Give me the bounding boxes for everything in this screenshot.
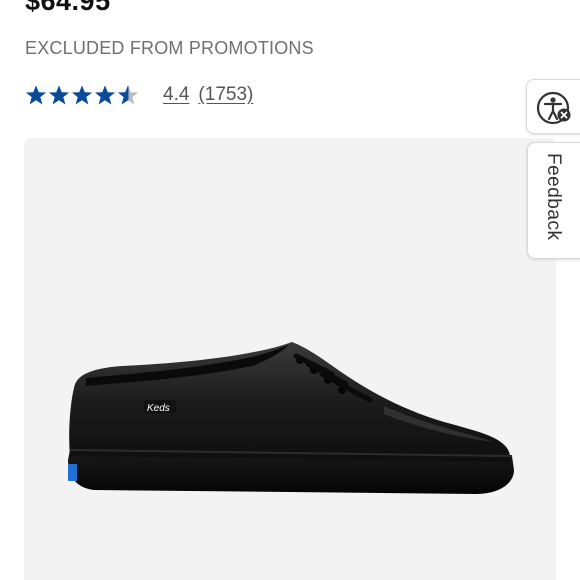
brand-logo: Keds: [147, 403, 170, 414]
product-image[interactable]: Keds: [24, 138, 556, 580]
partial-star-icon: [117, 85, 139, 105]
star-icon: [94, 85, 116, 105]
feedback-label: Feedback: [543, 153, 564, 241]
accessibility-person-icon: [536, 91, 571, 125]
heel-label: [68, 464, 77, 481]
rating-value-link[interactable]: 4.4: [163, 84, 189, 106]
promo-exclusion-note: EXCLUDED FROM PROMOTIONS: [25, 38, 314, 58]
star-rating: [25, 84, 139, 106]
review-count-link[interactable]: (1753): [198, 84, 253, 106]
sneaker-illustration: Keds: [68, 342, 514, 494]
feedback-tab[interactable]: Feedback: [527, 142, 580, 259]
star-icon: [71, 85, 93, 105]
star-icon: [48, 85, 70, 105]
product-price: $64.95: [25, 0, 111, 16]
star-icon: [25, 85, 47, 105]
rating-row: 4.4 (1753): [25, 82, 253, 108]
accessibility-button[interactable]: [526, 79, 580, 134]
